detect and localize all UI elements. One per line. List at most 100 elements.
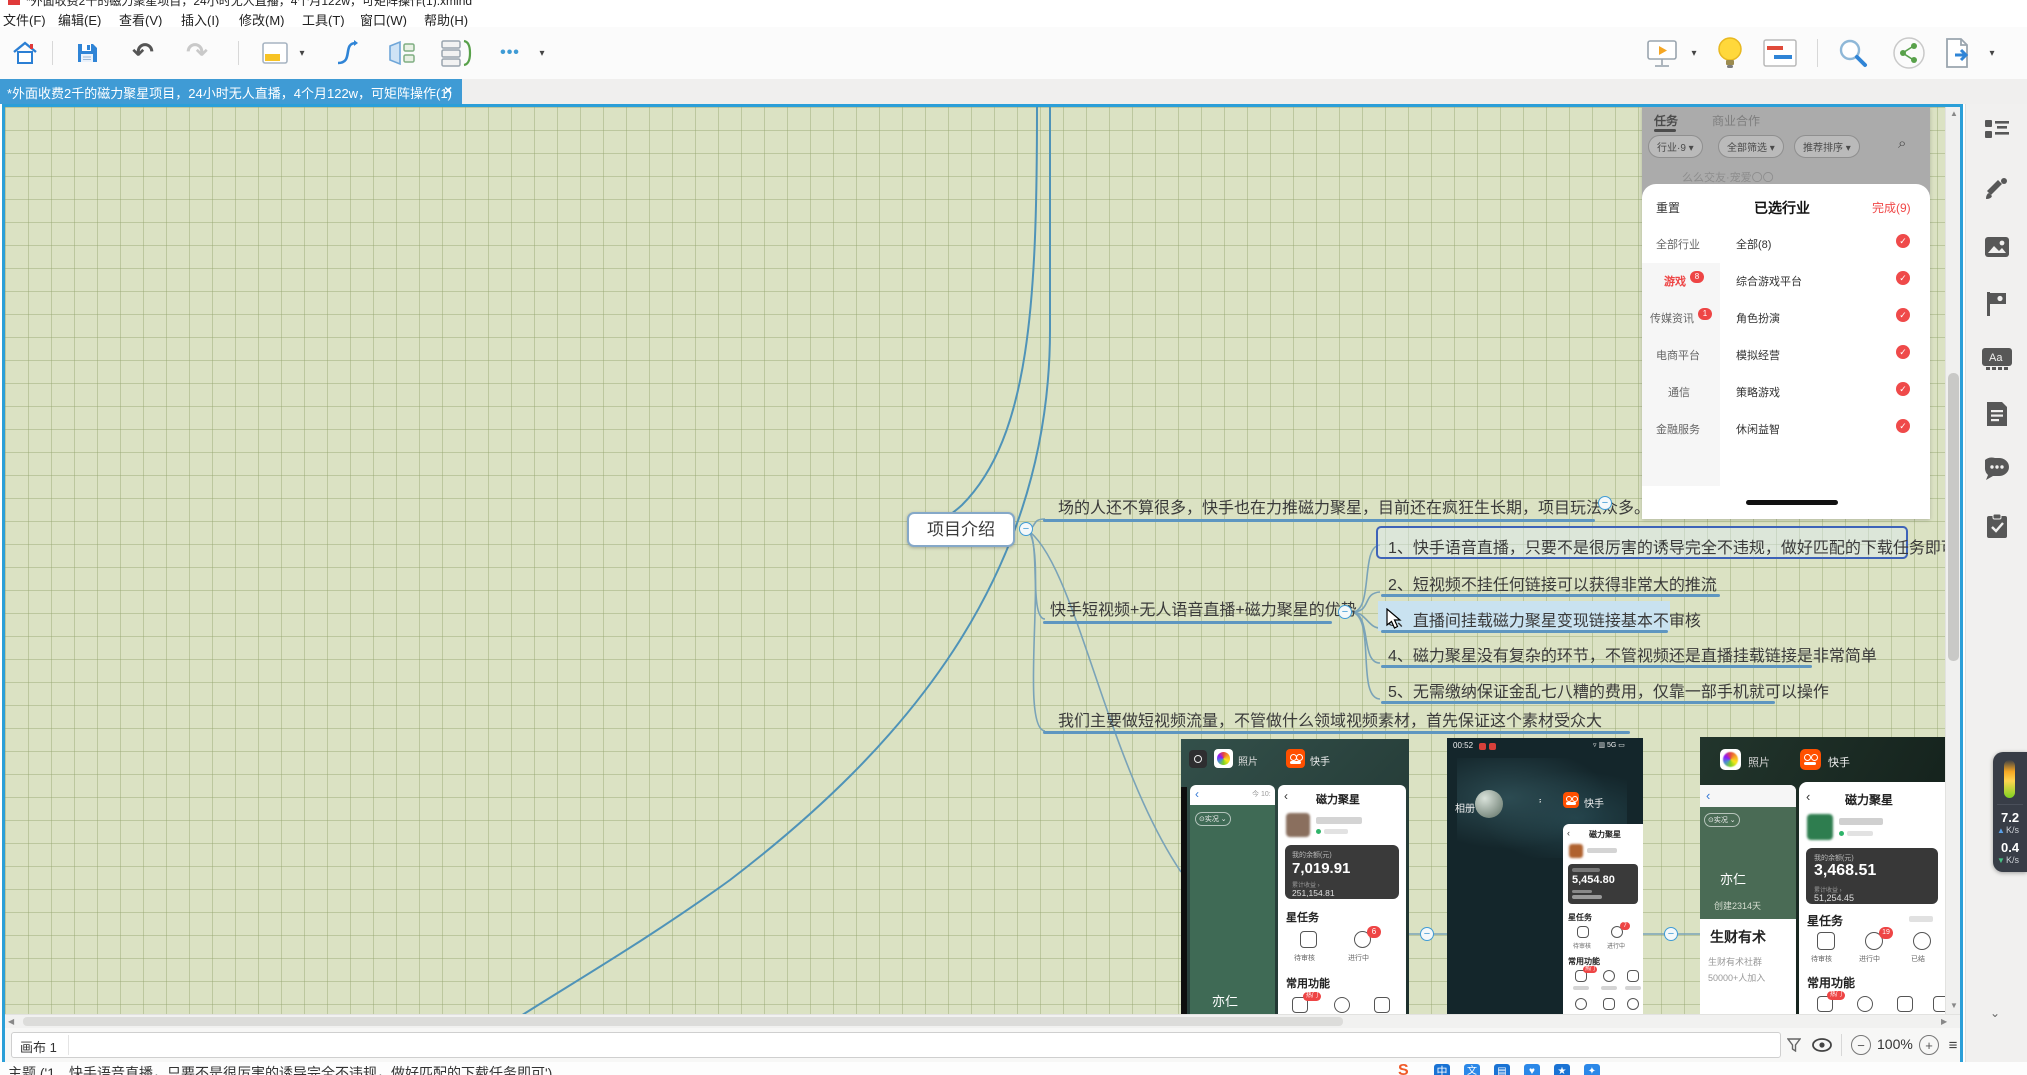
gantt-icon bbox=[1762, 38, 1798, 68]
taskbar-icon[interactable]: ▤ bbox=[1494, 1064, 1510, 1075]
taskbar-icon[interactable]: S bbox=[1398, 1062, 1409, 1075]
topic-advantages[interactable]: 快手短视频+无人语音直播+磁力聚星的优势 bbox=[1050, 596, 1357, 620]
zoom-out-button[interactable]: − bbox=[1851, 1035, 1871, 1055]
profile-days: 创建2314天 bbox=[1714, 899, 1761, 912]
notes-panel-button[interactable] bbox=[1982, 400, 2012, 428]
reset-button: 重置 bbox=[1656, 199, 1680, 216]
export-caret[interactable]: ▾ bbox=[1986, 47, 1998, 59]
kuaishou-label: 快手 bbox=[1310, 753, 1330, 768]
relationship-icon bbox=[332, 38, 362, 68]
fit-view-button[interactable]: ≡ bbox=[1943, 1035, 1963, 1055]
balance-card: 我的余额(元) 7,019.91 累计收益 › 251,154.81 bbox=[1285, 845, 1399, 899]
taskbar-icon[interactable]: ♥ bbox=[1524, 1064, 1540, 1075]
tasks-panel-button[interactable] bbox=[1982, 512, 2012, 540]
topic-item-1-selected[interactable]: 1、快手语音直播，只要不是很厉害的诱导完全不违规，做好匹配的下载任务即可 bbox=[1376, 526, 1908, 559]
topic-node-project-intro[interactable]: 项目介绍 bbox=[907, 512, 1015, 547]
net-monitor-widget: 7.2 ▲ K/s 0.4 ▼ K/s bbox=[1993, 752, 2027, 872]
download-unit: K/s bbox=[2006, 855, 2019, 865]
comments-panel-button[interactable] bbox=[1982, 456, 2012, 482]
presentation-button[interactable] bbox=[1642, 37, 1682, 69]
category-media-badge: 1 bbox=[1698, 308, 1712, 320]
sheet-name-field[interactable]: 画布 1 bbox=[11, 1032, 1781, 1058]
relationship-button[interactable] bbox=[330, 37, 364, 69]
check-icon: ✓ bbox=[1896, 271, 1910, 285]
search-button[interactable] bbox=[1834, 35, 1872, 71]
home-button[interactable] bbox=[10, 39, 40, 67]
scroll-up-arrow[interactable]: ▲ bbox=[1950, 109, 1958, 118]
vertical-scrollbar[interactable]: ▲ ▼ bbox=[1945, 107, 1960, 1014]
collapse-icon[interactable]: − bbox=[1420, 927, 1434, 941]
panel-search-icon: ⌕ bbox=[1898, 135, 1906, 152]
share-button[interactable] bbox=[1890, 35, 1928, 71]
screenshot-2[interactable]: 00:52 ▿ ▥ 5G ▭ 相册 ፡ 快手 ‹ 磁力聚星 bbox=[1447, 738, 1643, 1014]
taskbar-icon[interactable]: 文 bbox=[1464, 1064, 1480, 1075]
label-panel-button[interactable]: Aa bbox=[1980, 346, 2014, 372]
topic-item-3[interactable]: 3、直播间挂载磁力聚星变现链接基本不审核 bbox=[1388, 607, 1701, 631]
scrollbar-thumb[interactable] bbox=[23, 1017, 1343, 1026]
filter-chip-industry: 行业·9 ▾ bbox=[1648, 135, 1703, 158]
scroll-right-arrow[interactable]: ▶ bbox=[1941, 1017, 1947, 1026]
upload-unit: K/s bbox=[2006, 825, 2019, 835]
sheet-tab-label[interactable]: 画布 1 bbox=[20, 1037, 57, 1056]
zoom-in-button[interactable]: + bbox=[1919, 1035, 1939, 1055]
topics-panel-button[interactable] bbox=[1982, 116, 2012, 142]
taskbar-icon[interactable]: 中 bbox=[1434, 1064, 1450, 1075]
zoom-level: 100% bbox=[1877, 1036, 1913, 1052]
filter-button[interactable] bbox=[1785, 1036, 1803, 1054]
more-tools-button[interactable]: ••• bbox=[492, 41, 528, 65]
taskbar-icon[interactable]: ★ bbox=[1554, 1064, 1570, 1075]
industry-panel-screenshot[interactable]: 任务 商业合作 行业·9 ▾ 全部筛选 ▾ 推荐排序 ▾ ⌕ 么么交友·宠爱〇〇… bbox=[1642, 107, 1930, 519]
map-window: 项目介绍 − 场的人还不算很多，快手也在力推磁力聚星，目前还在疯狂生长期，项目玩… bbox=[2, 104, 1963, 1065]
tab-close-icon[interactable]: × bbox=[444, 82, 452, 98]
theme-button[interactable] bbox=[258, 39, 292, 67]
tasks-label: 星任务 bbox=[1807, 912, 1843, 929]
right-tool-strip: Aa ⌄ bbox=[1965, 104, 2027, 1062]
upload-arrow-icon: ▲ bbox=[1997, 826, 2005, 835]
marker-panel-button[interactable] bbox=[1982, 290, 2012, 318]
download-arrow-icon: ▼ bbox=[1997, 856, 2005, 865]
download-speed: 0.4 bbox=[2001, 840, 2019, 855]
topic-note-top[interactable]: 场的人还不算很多，快手也在力推磁力聚星，目前还在疯狂生长期，项目玩法众多。 bbox=[1058, 494, 1650, 518]
battery-pill bbox=[2004, 760, 2015, 798]
scrollbar-thumb[interactable] bbox=[1948, 373, 1959, 661]
photos-label: 照片 bbox=[1748, 754, 1770, 770]
home-icon bbox=[12, 41, 38, 65]
topic-note-bottom[interactable]: 我们主要做短视频流量，不管做什么领域视频素材，首先保证这个素材受众大 bbox=[1058, 707, 1602, 731]
format-panel-button[interactable] bbox=[1982, 176, 2012, 204]
pending-label: 待审核 bbox=[1811, 954, 1832, 964]
redo-button[interactable]: ↷ bbox=[180, 35, 214, 69]
gantt-button[interactable] bbox=[1760, 37, 1800, 69]
avatar bbox=[1569, 844, 1583, 858]
collapse-icon[interactable]: − bbox=[1598, 496, 1612, 510]
save-button[interactable] bbox=[72, 39, 102, 67]
topic-node-label: 项目介绍 bbox=[927, 520, 995, 539]
collapse-icon[interactable]: − bbox=[1338, 605, 1352, 619]
presentation-caret[interactable]: ▾ bbox=[1688, 47, 1700, 59]
document-tab-active[interactable]: *外面收费2千的磁力聚星项目，24小时无人直播，4个月122w，可矩阵操作(1)… bbox=[0, 79, 462, 104]
outline-button[interactable] bbox=[438, 37, 476, 69]
horizontal-scrollbar[interactable]: ◀ ▶ bbox=[5, 1014, 1960, 1028]
scroll-left-arrow[interactable]: ◀ bbox=[8, 1017, 14, 1026]
image-panel-button[interactable] bbox=[1982, 234, 2012, 260]
screenshot-3[interactable]: 照片 快手 ‹ ⊙实况 ⌄ 亦仁 创建2314天 生财有术 生财有术社群 500… bbox=[1700, 737, 1945, 1014]
taskbar-icon[interactable]: ✦ bbox=[1584, 1064, 1600, 1075]
collapse-icon[interactable]: − bbox=[1664, 927, 1678, 941]
topic-item-4[interactable]: 4、磁力聚星没有复杂的环节，不管视频还是直播挂载链接是非常简单 bbox=[1388, 642, 1877, 666]
map-canvas[interactable]: 项目介绍 − 场的人还不算很多，快手也在力推磁力聚星，目前还在疯狂生长期，项目玩… bbox=[5, 107, 1945, 1014]
collapse-icon[interactable]: − bbox=[1019, 522, 1033, 536]
export-button[interactable] bbox=[1938, 35, 1978, 71]
show-hide-button[interactable] bbox=[1811, 1035, 1833, 1055]
strip-scroll-down-icon[interactable]: ⌄ bbox=[1990, 1006, 2000, 1020]
upload-speed: 7.2 bbox=[2001, 810, 2019, 825]
screenshot-1[interactable]: 照片 快手 ‹ 今 10: ⊙实况 ⌄ 亦仁 创建2312天 ‹ bbox=[1181, 739, 1409, 1014]
scroll-down-arrow[interactable]: ▼ bbox=[1950, 1001, 1958, 1010]
topic-item-5[interactable]: 5、无需缴纳保证金乱七八糟的费用，仅靠一部手机就可以操作 bbox=[1388, 678, 1829, 702]
selected-item: 综合游戏平台 bbox=[1736, 273, 1802, 289]
idea-button[interactable] bbox=[1712, 35, 1748, 71]
undo-button[interactable]: ↶ bbox=[126, 35, 160, 69]
topic-item-2[interactable]: 2、短视频不挂任何链接可以获得非常大的推流 bbox=[1388, 571, 1717, 595]
more-tools-caret[interactable]: ▾ bbox=[536, 47, 548, 59]
image-icon bbox=[1984, 236, 2010, 258]
theme-dropdown-caret[interactable]: ▾ bbox=[296, 47, 308, 59]
summary-button[interactable] bbox=[384, 37, 420, 69]
